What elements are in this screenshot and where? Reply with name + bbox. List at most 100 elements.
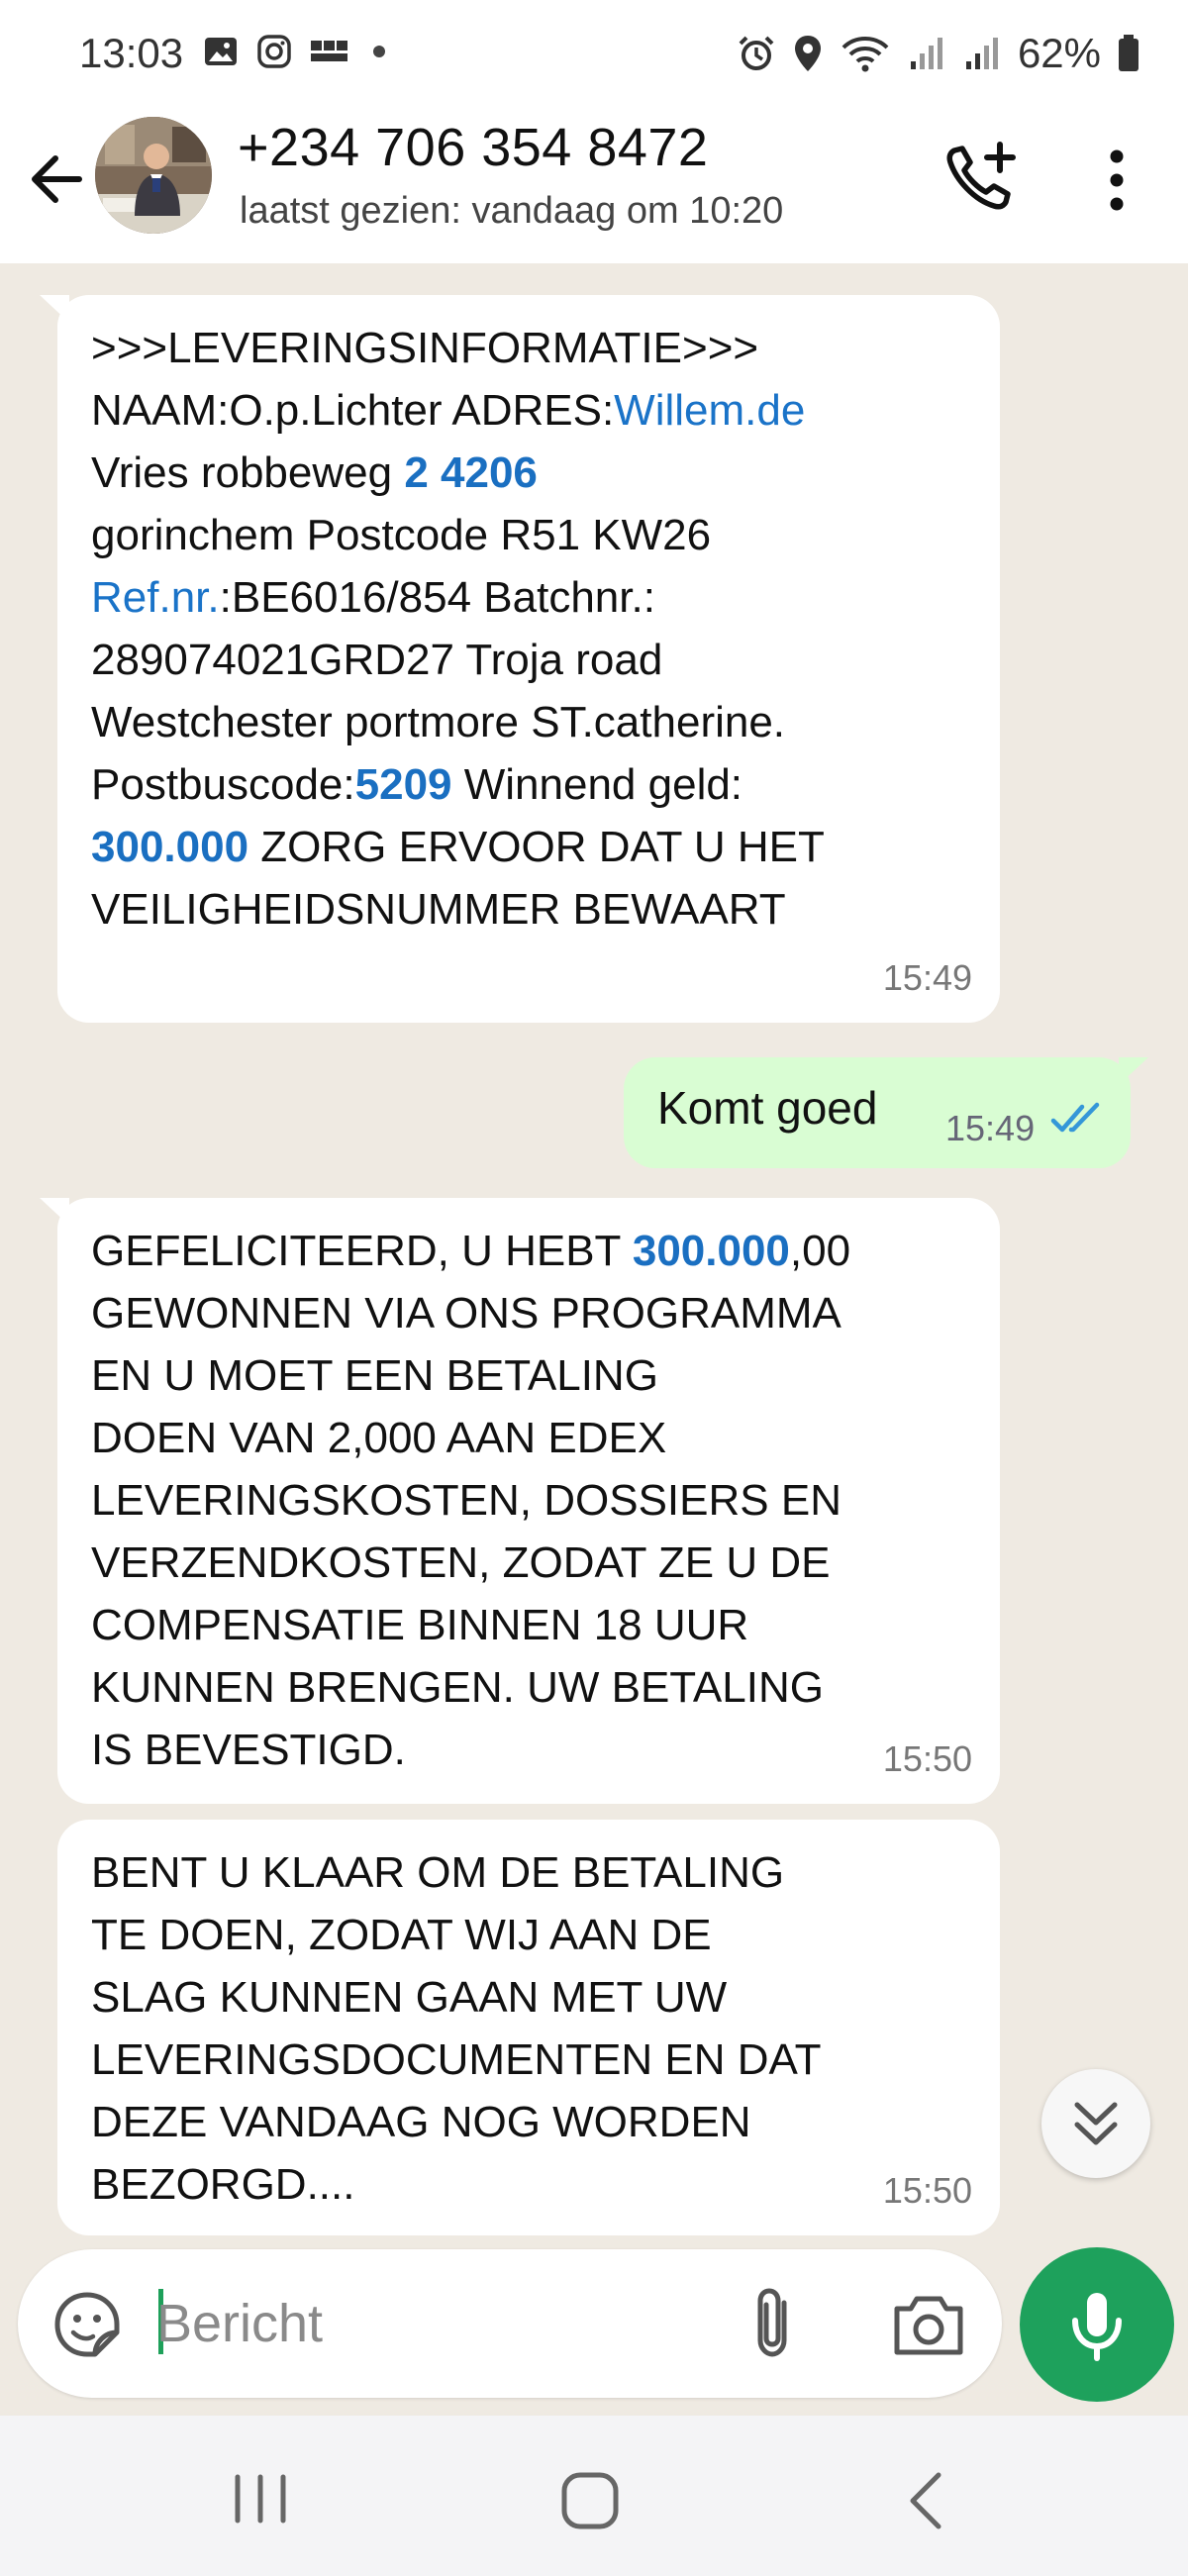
message-line: BEZORGD.... (91, 2153, 970, 2216)
voice-message-button[interactable] (1020, 2247, 1174, 2402)
message-text-segment: IS BEVESTIGD. (91, 1726, 406, 1774)
message-time: 15:50 (882, 1738, 972, 1779)
battery-percent: 62% (1017, 30, 1101, 76)
avatar[interactable] (95, 117, 212, 234)
message-text: Komt goed (657, 1082, 878, 1134)
message-line: SLAG KUNNEN GAAN MET UW (91, 1966, 970, 2029)
message-text-segment: GEWONNEN VIA ONS PROGRAMMA (91, 1289, 842, 1338)
message-bubble[interactable]: GEFELICITEERD, U HEBT 300.000,00 GEWONNEN… (40, 1198, 1000, 1804)
message-text-segment: VEILIGHEIDSNUMMER BEWAART (91, 885, 786, 934)
message-line: IS BEVESTIGD. (91, 1719, 970, 1781)
sticker-emoji-icon (54, 2292, 120, 2357)
instagram-icon (257, 35, 291, 68)
message-line: 289074021GRD27 Troja road (91, 629, 970, 691)
message-text-segment: BEZORGD.... (91, 2160, 355, 2209)
phone-add-icon (946, 142, 1016, 210)
message-text-segment: DOEN VAN 2,000 AAN EDEX (91, 1414, 667, 1462)
message-time: 15:50 (882, 2170, 972, 2211)
wifi-icon (842, 37, 889, 72)
message-bubble[interactable]: BENT U KLAAR OM DE BETALING TE DOEN, ZODA… (57, 1820, 1000, 2235)
message-line: 300.000 ZORG ERVOOR DAT U HET (91, 816, 970, 878)
signal-icon (965, 38, 998, 69)
location-icon (794, 36, 821, 71)
more-options-button[interactable] (1089, 145, 1144, 216)
attach-button[interactable] (741, 2285, 816, 2364)
paperclip-icon (757, 2288, 787, 2357)
contact-photo (95, 117, 212, 234)
message-line: TE DOEN, ZODAT WIJ AAN DE (91, 1904, 970, 1966)
signal-icon (910, 38, 942, 69)
more-vertical-icon (1110, 149, 1124, 211)
message-text-segment: Postbuscode: (91, 760, 355, 809)
message-line: VERZENDKOSTEN, ZODAT ZE U DE (91, 1532, 970, 1594)
message-list[interactable]: >>>LEVERINGSINFORMATIE>>> NAAM:O.p.Lichte… (0, 263, 1188, 2243)
message-text-segment: DEZE VANDAAG NOG WORDEN (91, 2098, 751, 2146)
message-text: >>>LEVERINGSINFORMATIE>>> NAAM:O.p.Lichte… (91, 317, 970, 941)
message-line: GEWONNEN VIA ONS PROGRAMMA (91, 1282, 970, 1344)
scroll-to-bottom-button[interactable] (1041, 2069, 1150, 2178)
message-text: BENT U KLAAR OM DE BETALING TE DOEN, ZODA… (91, 1841, 970, 2216)
message-link[interactable]: Ref.nr. (91, 573, 220, 622)
message-text-segment: :BE6016/854 Batchnr.: (219, 573, 655, 622)
notification-icons (203, 34, 391, 69)
message-line: LEVERINGSKOSTEN, DOSSIERS EN (91, 1469, 970, 1532)
recent-apps-button[interactable] (226, 2469, 295, 2528)
message-text-segment: Winnend geld: (451, 760, 743, 809)
message-link[interactable]: Willem.de (614, 386, 805, 435)
contact-name[interactable]: +234 706 354 8472 (238, 117, 708, 178)
gallery-icon (205, 38, 237, 65)
sticker-button[interactable] (51, 2289, 123, 2360)
add-call-button[interactable] (940, 139, 1020, 218)
message-line: VEILIGHEIDSNUMMER BEWAART (91, 878, 970, 941)
message-line: Vries robbeweg 2 4206 (91, 442, 970, 504)
message-text-segment: Westchester portmore ST.catherine. (91, 698, 786, 746)
message-line: Postbuscode:5209 Winnend geld: (91, 753, 970, 816)
message-text-segment: KUNNEN BRENGEN. UW BETALING (91, 1663, 824, 1712)
message-line: GEFELICITEERD, U HEBT 300.000,00 (91, 1220, 970, 1282)
message-text-segment: TE DOEN, ZODAT WIJ AAN DE (91, 1911, 712, 1959)
message-number-link[interactable]: 2 4206 (404, 448, 538, 497)
system-back-button[interactable] (895, 2465, 954, 2536)
message-line: EN U MOET EEN BETALING (91, 1344, 970, 1407)
message-line: DOEN VAN 2,000 AAN EDEX (91, 1407, 970, 1469)
back-button[interactable] (22, 145, 91, 214)
double-check-icon (1050, 1102, 1100, 1133)
message-line: Westchester portmore ST.catherine. (91, 691, 970, 753)
message-text-segment: COMPENSATIE BINNEN 18 UUR (91, 1601, 749, 1649)
arrow-left-icon (32, 155, 82, 203)
message-line: LEVERINGSDOCUMENTEN EN DAT (91, 2029, 970, 2091)
message-text-segment: 289074021GRD27 Troja road (91, 636, 663, 684)
message-bubble[interactable]: >>>LEVERINGSINFORMATIE>>> NAAM:O.p.Lichte… (40, 295, 1000, 1023)
message-text-segment: LEVERINGSDOCUMENTEN EN DAT (91, 2035, 822, 2084)
message-line: gorinchem Postcode R51 KW26 (91, 504, 970, 566)
home-icon (561, 2472, 619, 2529)
camera-icon (894, 2296, 963, 2355)
message-line: BENT U KLAAR OM DE BETALING (91, 1841, 970, 1904)
message-line: >>>LEVERINGSINFORMATIE>>> (91, 317, 970, 379)
dot-icon (373, 46, 385, 57)
message-input[interactable] (156, 2279, 711, 2368)
message-composer (18, 2249, 1002, 2398)
status-time: 13:03 (79, 30, 184, 76)
last-seen-status: laatst gezien: vandaag om 10:20 (240, 190, 784, 232)
message-time: 15:49 (882, 957, 972, 998)
message-number-link[interactable]: 5209 (355, 760, 452, 809)
chat-header: +234 706 354 8472 laatst gezien: vandaag… (0, 105, 1188, 263)
message-number-link[interactable]: 300.000 (91, 823, 248, 871)
message-bubble-outgoing[interactable]: Komt goed 15:49 (624, 1057, 1148, 1168)
message-number-link[interactable]: 300.000 (633, 1227, 790, 1275)
message-text-segment: BENT U KLAAR OM DE BETALING (91, 1848, 785, 1897)
recent-apps-icon (235, 2474, 286, 2524)
message-text-segment: NAAM:O.p.Lichter ADRES: (91, 386, 615, 435)
message-line: NAAM:O.p.Lichter ADRES:Willem.de (91, 379, 970, 442)
message-text-segment: ,00 (789, 1227, 851, 1275)
message-time: 15:49 (945, 1108, 1036, 1148)
double-chevron-down-icon (1074, 2102, 1118, 2145)
camera-button[interactable] (889, 2287, 968, 2362)
message-text-segment: SLAG KUNNEN GAAN MET UW (91, 1973, 728, 2022)
message-line: Ref.nr.:BE6016/854 Batchnr.: (91, 566, 970, 629)
message-text-segment: gorinchem Postcode R51 KW26 (91, 511, 712, 559)
message-text-segment: LEVERINGSKOSTEN, DOSSIERS EN (91, 1476, 842, 1525)
home-button[interactable] (554, 2465, 626, 2536)
message-line: COMPENSATIE BINNEN 18 UUR (91, 1594, 970, 1656)
